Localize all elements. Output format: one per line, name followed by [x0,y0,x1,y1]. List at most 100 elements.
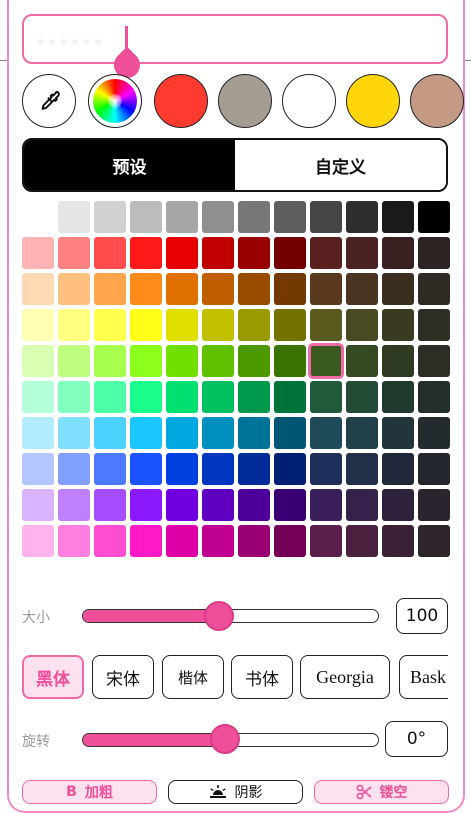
palette-color-cell[interactable] [346,273,378,305]
palette-color-cell[interactable] [238,381,270,413]
palette-color-cell[interactable] [94,525,126,557]
palette-color-cell[interactable] [418,201,450,233]
palette-color-cell[interactable] [274,273,306,305]
palette-color-cell[interactable] [418,273,450,305]
palette-color-cell[interactable] [202,237,234,269]
font-option-shuti[interactable]: 书体 [231,655,293,699]
rotation-value-field[interactable]: 0° [385,721,448,757]
text-input[interactable]: - - - - - - [22,14,448,64]
swatch-white[interactable] [282,74,336,128]
swatch-red[interactable] [154,74,208,128]
palette-color-cell[interactable] [310,273,342,305]
palette-color-cell[interactable] [238,345,270,377]
palette-color-cell[interactable] [130,273,162,305]
palette-color-cell[interactable] [382,489,414,521]
palette-color-cell[interactable] [418,453,450,485]
shadow-button[interactable]: 阴影 [168,780,303,804]
swatch-yellow[interactable] [346,74,400,128]
font-option-georgia[interactable]: Georgia [300,655,390,699]
palette-color-cell[interactable] [130,453,162,485]
palette-color-cell[interactable] [58,201,90,233]
palette-color-cell[interactable] [274,201,306,233]
palette-color-cell[interactable] [130,309,162,341]
hollow-button[interactable]: 镂空 [314,780,449,804]
palette-color-cell[interactable] [382,201,414,233]
palette-color-cell[interactable] [58,273,90,305]
swatch-tan[interactable] [410,74,464,128]
palette-color-cell[interactable] [310,381,342,413]
palette-color-cell[interactable] [310,489,342,521]
palette-color-cell[interactable] [58,417,90,449]
swatch-taupe[interactable] [218,74,272,128]
palette-color-cell[interactable] [166,489,198,521]
palette-color-cell[interactable] [22,237,54,269]
palette-color-cell[interactable] [130,345,162,377]
palette-color-cell[interactable] [308,343,344,379]
palette-color-cell[interactable] [166,345,198,377]
palette-color-cell[interactable] [58,453,90,485]
eyedropper-button[interactable] [22,74,76,128]
palette-color-cell[interactable] [58,237,90,269]
tab-custom[interactable]: 自定义 [235,140,446,190]
palette-color-cell[interactable] [310,237,342,269]
palette-color-cell[interactable] [22,273,54,305]
palette-color-cell[interactable] [94,417,126,449]
palette-color-cell[interactable] [22,309,54,341]
font-option-heiti[interactable]: 黑体 [22,655,84,699]
palette-color-cell[interactable] [418,237,450,269]
palette-color-cell[interactable] [94,237,126,269]
palette-color-cell[interactable] [274,453,306,485]
palette-color-cell[interactable] [346,201,378,233]
palette-color-cell[interactable] [382,273,414,305]
palette-color-cell[interactable] [166,273,198,305]
palette-color-cell[interactable] [202,381,234,413]
rotation-slider-handle[interactable] [209,724,240,754]
palette-color-cell[interactable] [202,417,234,449]
palette-color-cell[interactable] [130,201,162,233]
palette-color-cell[interactable] [346,525,378,557]
palette-color-cell[interactable] [166,201,198,233]
palette-color-cell[interactable] [58,525,90,557]
palette-color-cell[interactable] [274,237,306,269]
palette-color-cell[interactable] [166,525,198,557]
palette-color-cell[interactable] [382,345,414,377]
palette-color-cell[interactable] [166,453,198,485]
palette-color-cell[interactable] [310,525,342,557]
palette-color-cell[interactable] [94,489,126,521]
palette-color-cell[interactable] [274,381,306,413]
palette-color-cell[interactable] [130,417,162,449]
palette-color-cell[interactable] [94,453,126,485]
palette-color-cell[interactable] [418,525,450,557]
font-option-baskerville[interactable]: Bask [399,655,448,699]
palette-color-cell[interactable] [382,237,414,269]
palette-color-cell[interactable] [346,453,378,485]
palette-color-cell[interactable] [130,489,162,521]
palette-color-cell[interactable] [274,525,306,557]
palette-color-cell[interactable] [382,417,414,449]
palette-color-cell[interactable] [58,489,90,521]
palette-color-cell[interactable] [202,201,234,233]
palette-color-cell[interactable] [22,345,54,377]
palette-color-cell[interactable] [202,273,234,305]
palette-color-cell[interactable] [22,381,54,413]
palette-color-cell[interactable] [94,381,126,413]
palette-color-cell[interactable] [346,381,378,413]
palette-color-cell[interactable] [94,201,126,233]
palette-color-cell[interactable] [166,417,198,449]
palette-color-cell[interactable] [22,417,54,449]
palette-color-cell[interactable] [166,309,198,341]
palette-color-cell[interactable] [274,345,306,377]
palette-color-cell[interactable] [418,345,450,377]
palette-color-cell[interactable] [238,525,270,557]
palette-color-cell[interactable] [346,237,378,269]
palette-color-cell[interactable] [274,489,306,521]
bold-button[interactable]: B 加粗 [22,780,157,804]
palette-color-cell[interactable] [418,489,450,521]
palette-color-cell[interactable] [94,309,126,341]
palette-color-cell[interactable] [22,525,54,557]
palette-color-cell[interactable] [310,453,342,485]
palette-color-cell[interactable] [130,237,162,269]
palette-color-cell[interactable] [202,345,234,377]
palette-color-cell[interactable] [202,525,234,557]
palette-color-cell[interactable] [346,489,378,521]
